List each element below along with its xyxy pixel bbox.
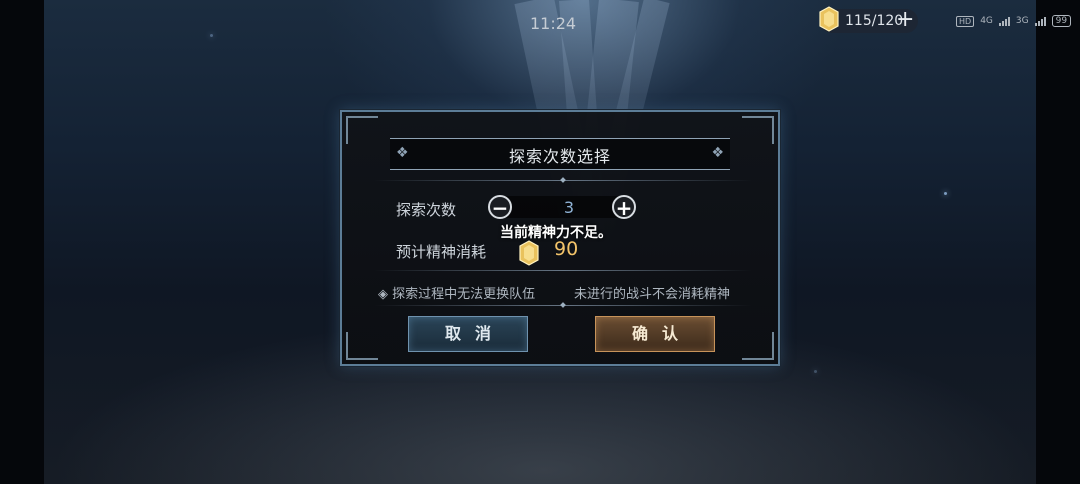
dialog-title: 探索次数选择: [508, 147, 611, 166]
explore-count-dialog: ❖ 探索次数选择 ❖ 探索次数 − 3 + 当前精神力不足。 预计精神消耗 90…: [340, 110, 780, 366]
signal-icon: [998, 16, 1010, 26]
decrement-button[interactable]: −: [488, 195, 512, 219]
divider-ornament: [560, 302, 566, 308]
explore-count-value: 3: [563, 198, 575, 217]
ornament-icon: [346, 332, 378, 360]
note-team-locked: ◈ 探索过程中无法更换队伍: [378, 287, 536, 302]
divider-ornament: [560, 177, 566, 183]
signal-icon: [1034, 16, 1046, 26]
stamina-gem-icon: [819, 6, 839, 32]
add-stamina-button[interactable]: +: [896, 8, 914, 32]
ornament-icon: [742, 116, 774, 144]
hd-icon: HD: [956, 15, 975, 27]
confirm-button[interactable]: 确认: [595, 316, 715, 352]
system-icons: HD 4G 3G 99: [956, 15, 1072, 27]
cancel-button[interactable]: 取消: [408, 316, 528, 352]
battery-icon: 99: [1051, 15, 1072, 27]
clock: 11:24: [530, 14, 577, 33]
ornament-icon: [742, 332, 774, 360]
divider: [374, 270, 752, 271]
stamina-gem-icon: [519, 240, 539, 266]
title-bar: ❖ 探索次数选择 ❖: [390, 138, 730, 170]
expected-cost-value: 90: [554, 238, 579, 260]
ornament-icon: [346, 116, 378, 144]
network-label: 3G: [1015, 16, 1029, 26]
sparkle: [944, 192, 947, 195]
stamina-count: 115/120: [845, 13, 904, 29]
expected-cost-label: 预计精神消耗: [396, 243, 487, 261]
sparkle: [814, 370, 817, 373]
network-label: 4G: [980, 16, 993, 26]
increment-button[interactable]: +: [612, 195, 636, 219]
explore-count-label: 探索次数: [396, 201, 457, 219]
sparkle: [210, 34, 213, 37]
ornament-icon: ❖: [711, 145, 724, 161]
note-no-cost: 未进行的战斗不会消耗精神: [574, 287, 731, 302]
